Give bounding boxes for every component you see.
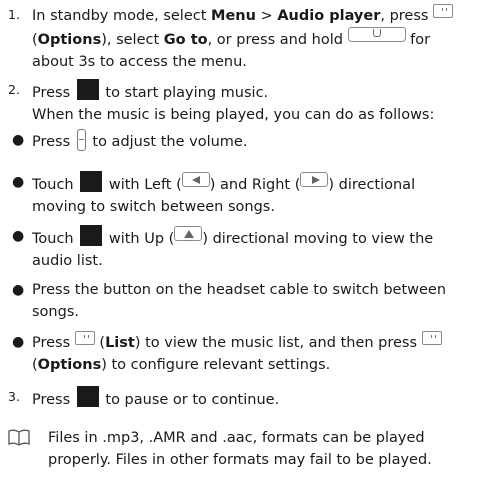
bullet-icon: ● [12, 334, 25, 350]
navigation-pad-icon [76, 79, 99, 100]
navigation-pad-icon [80, 225, 103, 246]
up-arrow-icon [174, 226, 203, 241]
step-text: Press to start playing music. When the m… [32, 79, 482, 126]
left-arrow-icon [181, 172, 210, 187]
step-number: 1. [8, 7, 20, 22]
volume-key-icon [76, 129, 86, 151]
options-label: Options [37, 357, 102, 373]
book-note-icon [8, 429, 30, 446]
navigation-pad-icon [76, 386, 99, 407]
go-to-label: Go to [163, 32, 208, 48]
note-text: Files in .mp3, .AMR and .aac, formats ca… [48, 430, 425, 446]
step-number: 2. [8, 82, 20, 97]
navigation-pad-icon [80, 171, 103, 192]
bullet-icon: ● [12, 132, 25, 148]
step-text: In standby mode, select Menu > Audio pla… [32, 4, 482, 73]
options-key-icon [74, 331, 95, 345]
menu-label: Menu [211, 8, 256, 24]
bullet-icon: ● [12, 228, 25, 244]
audio-player-label: Audio player [277, 8, 381, 24]
right-arrow-icon [300, 172, 329, 187]
options-key-icon [433, 4, 454, 18]
bullet-icon: ● [12, 174, 25, 190]
list-label: List [105, 335, 135, 351]
options-key-icon [421, 331, 442, 345]
step-number: 3. [8, 389, 20, 404]
music-key-icon [347, 27, 406, 42]
options-label: Options [37, 32, 102, 48]
bullet-icon: ● [12, 282, 25, 298]
